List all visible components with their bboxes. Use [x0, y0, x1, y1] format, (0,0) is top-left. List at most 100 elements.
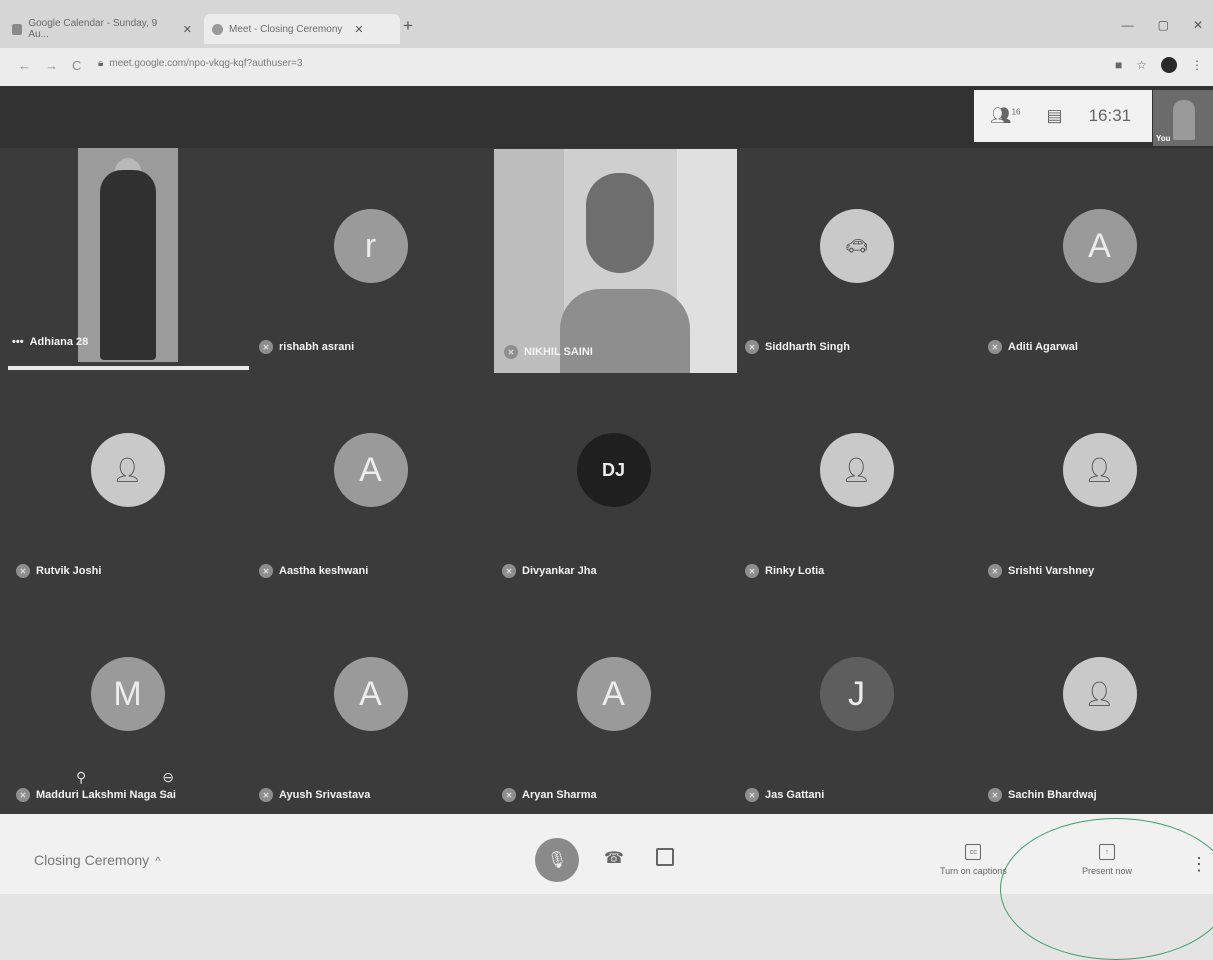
mic-toggle-button[interactable]: 🎙︎: [535, 838, 579, 882]
mic-muted-icon: ✕: [16, 564, 30, 578]
participant-tile[interactable]: 👤︎ ✕ Sachin Bhardwaj: [978, 596, 1213, 820]
avatar: r: [333, 209, 408, 283]
person-body: [560, 289, 690, 373]
participant-tile[interactable]: 👤︎ ✕ Rutvik Joshi: [6, 372, 249, 596]
avatar: J: [819, 657, 894, 731]
chat-icon[interactable]: ▤: [1047, 106, 1063, 126]
participant-name: Rutvik Joshi: [36, 565, 102, 577]
self-video: [1173, 100, 1195, 140]
leave-call-button[interactable]: ☎︎: [604, 848, 624, 868]
participant-nameplate: ✕ Rutvik Joshi: [16, 564, 101, 578]
participant-tile[interactable]: 🚗︎ ✕ Siddharth Singh: [735, 148, 978, 372]
participant-tile[interactable]: DJ ✕ Divyankar Jha: [492, 372, 735, 596]
tab-label: Google Calendar - Sunday, 9 Au...: [28, 18, 158, 40]
url-field[interactable]: 🔒︎ meet.google.com/npo-vkqg-kqf?authuser=…: [98, 58, 303, 69]
more-options-button[interactable]: ⋮: [1190, 854, 1208, 875]
avatar-logo: DJ: [576, 433, 651, 507]
participant-name: NIKHIL SAINI: [524, 346, 593, 358]
participant-nameplate: ✕ Jas Gattani: [745, 788, 824, 802]
participant-tile[interactable]: A ✕ Ayush Srivastava: [249, 596, 492, 820]
participant-name: Siddharth Singh: [765, 341, 850, 353]
participant-nameplate: ••• Adhiana 28: [12, 336, 88, 348]
avatar-photo: 👤︎: [1062, 657, 1137, 731]
address-bar: ← → C 🔒︎ meet.google.com/npo-vkqg-kqf?aut…: [0, 48, 1213, 86]
phone-icon: ☎︎: [604, 850, 624, 867]
mic-muted-icon: ✕: [504, 345, 518, 359]
video-feed-nikhil[interactable]: ✕ NIKHIL SAINI: [494, 149, 737, 373]
participant-nameplate: ✕ Rinky Lotia: [745, 564, 824, 578]
participant-nameplate: ✕ Siddharth Singh: [745, 340, 850, 354]
mic-muted-icon: ✕: [259, 788, 273, 802]
meet-icon: [212, 23, 223, 35]
participant-tile[interactable]: 👤︎ ✕ Srishti Varshney: [978, 372, 1213, 596]
mic-muted-icon: ✕: [745, 340, 759, 354]
pin-icon[interactable]: ⚲: [76, 769, 86, 786]
lock-icon: 🔒︎: [98, 58, 104, 69]
participant-tile[interactable]: r ✕ rishabh asrani: [249, 148, 492, 372]
avatar: A: [576, 657, 651, 731]
reload-icon[interactable]: C: [72, 58, 81, 73]
participant-name: Sachin Bhardwaj: [1008, 789, 1097, 801]
window-controls: — ▢ ✕: [1122, 18, 1203, 32]
person-head: [586, 173, 654, 273]
captions-button[interactable]: cc Turn on captions: [940, 844, 1007, 876]
chevron-up-icon: ^: [155, 854, 161, 868]
participant-nameplate: ✕ Srishti Varshney: [988, 564, 1094, 578]
self-label: You: [1156, 134, 1171, 143]
participant-name: Ayush Srivastava: [279, 789, 371, 801]
maximize-icon[interactable]: ▢: [1158, 18, 1169, 32]
remove-icon[interactable]: ⊖: [162, 769, 174, 786]
participants-icon[interactable]: 👥︎16: [990, 106, 1021, 126]
address-bar-actions: ■ ☆ ⋮: [1115, 57, 1203, 73]
participant-name: Rinky Lotia: [765, 565, 825, 577]
avatar-photo-car: 🚗︎: [819, 209, 894, 283]
mic-muted-icon: ✕: [745, 788, 759, 802]
camera-indicator-icon[interactable]: ■: [1115, 58, 1122, 72]
menu-icon[interactable]: ⋮: [1191, 58, 1203, 72]
participant-tile[interactable]: 👤︎ ✕ Rinky Lotia: [735, 372, 978, 596]
mic-muted-icon: ✕: [502, 788, 516, 802]
camera-toggle-button[interactable]: [656, 848, 674, 866]
forward-icon[interactable]: →: [45, 58, 58, 73]
participant-nameplate: ✕ Sachin Bhardwaj: [988, 788, 1097, 802]
meeting-details-button[interactable]: Closing Ceremony ^: [34, 852, 161, 868]
mic-muted-icon: ✕: [988, 564, 1002, 578]
participant-tile[interactable]: J ✕ Jas Gattani: [735, 596, 978, 820]
mic-muted-icon: ✕: [988, 340, 1002, 354]
present-now-button[interactable]: ↑ Present now: [1082, 844, 1132, 876]
participant-name: Srishti Varshney: [1008, 565, 1095, 577]
person-figure: [100, 170, 156, 360]
navigation-buttons: ← → C: [18, 58, 81, 73]
clock-time: 16:31: [1088, 106, 1132, 125]
close-tab-icon[interactable]: ✕: [183, 23, 192, 36]
tab-label: Meet - Closing Ceremony: [229, 23, 343, 35]
video-feed-adhiana[interactable]: [78, 148, 178, 362]
participant-tile[interactable]: A ✕ Aastha keshwani: [249, 372, 492, 596]
tab-google-calendar[interactable]: Google Calendar - Sunday, 9 Au... ✕: [4, 14, 200, 44]
close-tab-icon[interactable]: ✕: [354, 23, 363, 36]
star-icon[interactable]: ☆: [1136, 58, 1147, 72]
participant-count: 16: [1011, 107, 1021, 117]
more-options-icon[interactable]: •••: [12, 336, 24, 348]
participant-name: Divyankar Jha: [522, 565, 597, 577]
participant-tile[interactable]: A ✕ Aryan Sharma: [492, 596, 735, 820]
participant-nameplate: ✕ rishabh asrani: [259, 340, 354, 354]
close-window-icon[interactable]: ✕: [1193, 18, 1203, 32]
participant-nameplate: ✕ Divyankar Jha: [502, 564, 597, 578]
tab-meet[interactable]: Meet - Closing Ceremony ✕: [204, 14, 400, 44]
profile-avatar[interactable]: [1161, 57, 1177, 73]
meet-stage: 👥︎16 ▤ 16:31 You ••• Adhiana 28 r ✕ risha…: [0, 86, 1213, 814]
participant-nameplate: ✕ Aastha keshwani: [259, 564, 368, 578]
tile-hover-controls: ⚲ ⊖: [76, 752, 174, 802]
participant-name: Adhiana 28: [29, 336, 89, 348]
participant-nameplate: ✕ Aditi Agarwal: [988, 340, 1078, 354]
minimize-icon[interactable]: —: [1122, 18, 1134, 32]
self-view[interactable]: You: [1153, 90, 1213, 146]
avatar-photo: 👤︎: [1062, 433, 1137, 507]
back-icon[interactable]: ←: [18, 58, 31, 73]
background-shelf: [494, 149, 564, 373]
participant-tile[interactable]: A ✕ Aditi Agarwal: [978, 148, 1213, 372]
avatar-photo: 👤︎: [819, 433, 894, 507]
new-tab-button[interactable]: +: [403, 16, 413, 36]
browser-tab-bar: Google Calendar - Sunday, 9 Au... ✕ Meet…: [0, 0, 1213, 48]
